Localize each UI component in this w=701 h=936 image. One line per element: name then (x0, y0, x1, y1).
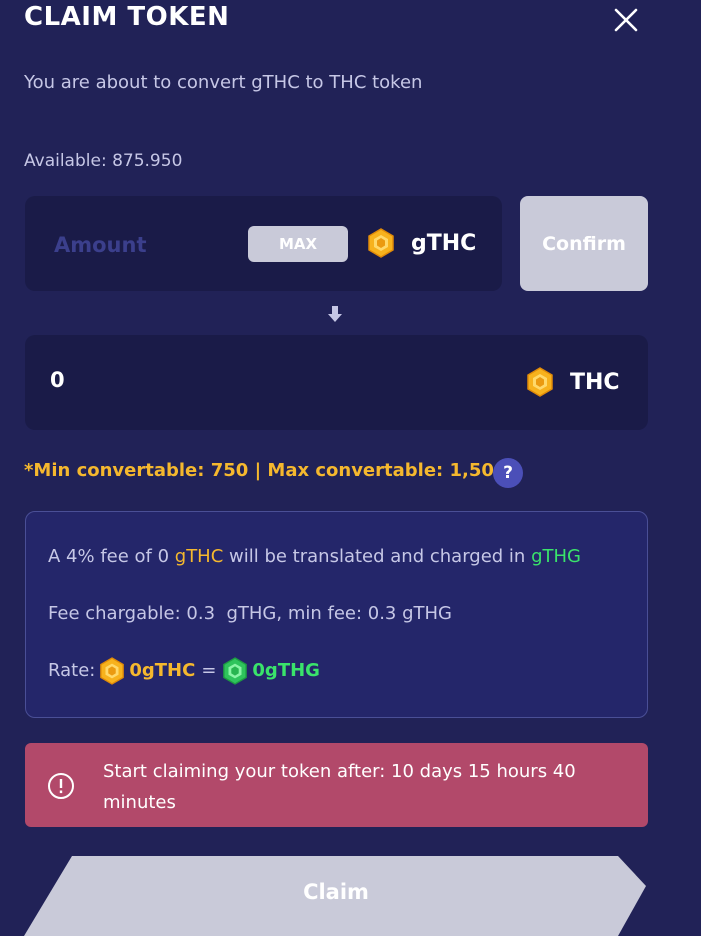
fee-desc-token: gTHC (174, 546, 224, 567)
fee-desc-prefix: A 4% fee of 0 (48, 546, 175, 567)
available-balance: Available: 875.950 (24, 151, 183, 171)
convert-limits: *Min convertable: 750 | Max convertable:… (24, 460, 507, 481)
amount-input[interactable] (52, 224, 256, 266)
to-token-label: THC (570, 369, 620, 395)
green-hexagon-token-icon (223, 657, 248, 685)
fee-charge-token: gTHG (531, 546, 581, 567)
alert-message: Start claiming your token after: 10 days… (103, 761, 576, 813)
rate-from-value: 0gTHC (129, 660, 196, 681)
modal-subtitle: You are about to convert gTHC to THC tok… (24, 72, 423, 93)
from-token: gTHC (367, 228, 476, 258)
arrow-down-icon (328, 306, 342, 322)
from-token-label: gTHC (411, 230, 477, 256)
fee-desc-middle: will be translated and charged in (223, 546, 532, 567)
gold-hexagon-token-icon (100, 657, 125, 685)
fee-description: A 4% fee of 0 gTHC will be translated an… (48, 544, 581, 570)
exchange-rate: Rate: 0gTHC = 0gTHG (48, 657, 320, 685)
gold-hexagon-token-icon (368, 228, 394, 258)
modal-title: CLAIM TOKEN (24, 2, 230, 32)
gold-hexagon-token-icon (527, 367, 553, 397)
rate-to: 0gTHG (218, 657, 320, 685)
confirm-button[interactable]: Confirm (520, 196, 648, 291)
fee-chargeable: Fee chargable: 0.3 gTHG, min fee: 0.3 gT… (48, 603, 453, 624)
rate-label: Rate: (48, 660, 96, 681)
claim-button-label[interactable]: Claim (24, 880, 648, 904)
help-icon[interactable]: ? (493, 458, 523, 488)
max-button[interactable]: MAX (248, 226, 348, 262)
claim-wait-alert: Start claiming your token after: 10 days… (25, 743, 648, 827)
amount-field-container: MAX gTHC (25, 196, 502, 291)
rate-to-value: 0gTHG (252, 660, 320, 681)
fee-info-box: A 4% fee of 0 gTHC will be translated an… (25, 511, 648, 718)
exclamation-circle-icon (48, 773, 74, 799)
close-icon[interactable] (612, 6, 640, 34)
receive-value: 0 (50, 368, 65, 392)
receive-field-container: 0 THC (25, 335, 648, 430)
rate-from: 0gTHC (95, 657, 195, 685)
to-token: THC (526, 367, 620, 397)
rate-equals: = (201, 660, 217, 681)
